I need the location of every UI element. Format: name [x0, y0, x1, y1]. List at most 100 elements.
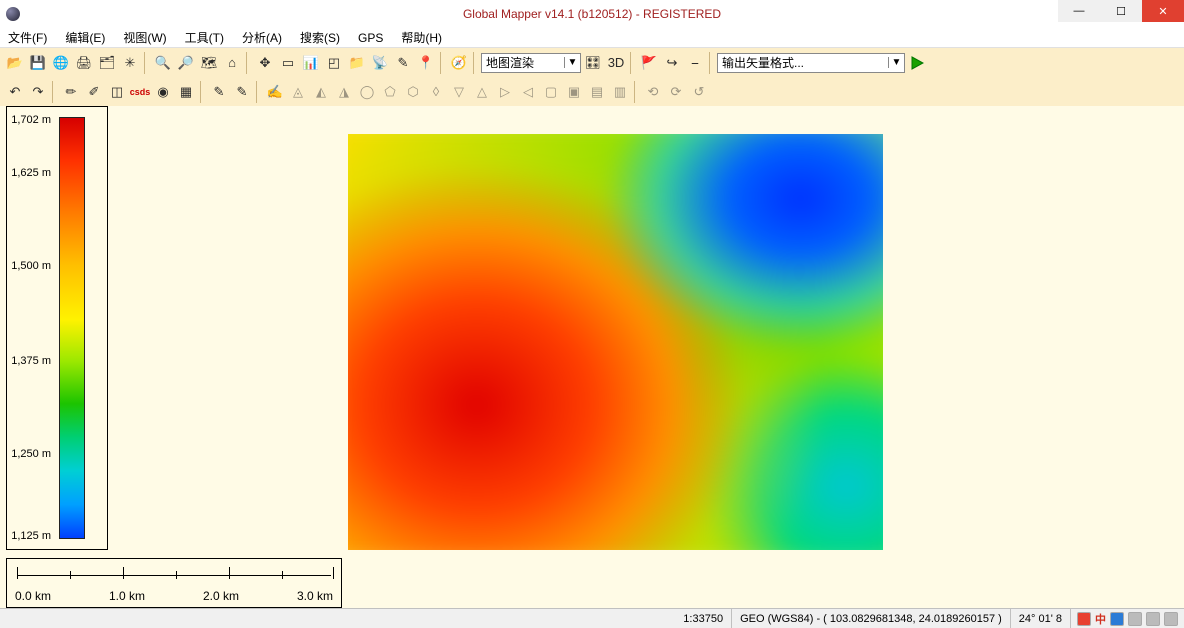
menu-analysis[interactable]: 分析(A)	[238, 27, 286, 48]
vector-output-combo[interactable]: 输出矢量格式... ▼	[717, 53, 905, 73]
heatmap-layer	[348, 134, 883, 550]
tray-icon[interactable]	[1077, 612, 1091, 626]
menu-gps[interactable]: GPS	[354, 29, 387, 47]
tool-icon[interactable]: ◮	[333, 81, 355, 103]
zoom-in-icon[interactable]: 🔍	[152, 52, 174, 74]
layers-icon[interactable]: 🗂	[96, 52, 118, 74]
menu-search[interactable]: 搜索(S)	[296, 27, 344, 48]
app-icon	[6, 7, 20, 21]
undo-icon[interactable]: ↶	[4, 81, 26, 103]
3d-cube-icon[interactable]: ◰	[323, 52, 345, 74]
tool-icon[interactable]: ◁	[517, 81, 539, 103]
title-bar: Global Mapper v14.1 (b120512) - REGISTER…	[0, 0, 1184, 28]
menu-tools[interactable]: 工具(T)	[181, 27, 228, 48]
legend-tick: 1,500 m	[11, 260, 51, 272]
globe-icon[interactable]: 🌐	[50, 52, 72, 74]
3d-view-icon[interactable]: 3D	[605, 52, 627, 74]
pencil-icon[interactable]: ✎	[392, 52, 414, 74]
snap-icon[interactable]: ✎	[231, 81, 253, 103]
legend-tick: 1,702 m	[11, 114, 51, 126]
status-bar: 1:33750 GEO (WGS84) - ( 103.0829681348, …	[0, 608, 1184, 628]
line-icon[interactable]: ⎯	[684, 52, 706, 74]
legend-color-bar	[59, 117, 85, 539]
separator	[200, 81, 205, 103]
palette-icon[interactable]: 🎛	[582, 52, 604, 74]
separator	[52, 81, 57, 103]
redo-icon[interactable]: ↷	[27, 81, 49, 103]
zoom-extents-icon[interactable]: 🗺	[198, 52, 220, 74]
tool-icon[interactable]: ↺	[688, 81, 710, 103]
digitize-icon[interactable]: ✏	[60, 81, 82, 103]
tool-icon[interactable]: ⟳	[665, 81, 687, 103]
tool-icon[interactable]: ◭	[310, 81, 332, 103]
status-crs: GEO (WGS84) - ( 103.0829681348, 24.01892…	[732, 609, 1011, 628]
flag-icon[interactable]: 🚩	[638, 52, 660, 74]
tool-icon[interactable]: ⬡	[402, 81, 424, 103]
tray-lang[interactable]: 中	[1095, 611, 1106, 627]
compass-icon[interactable]: 🧭	[448, 52, 470, 74]
home-icon[interactable]: ⌂	[221, 52, 243, 74]
elevation-map[interactable]	[348, 134, 883, 550]
tray-icon[interactable]	[1146, 612, 1160, 626]
map-render-combo[interactable]: 地图渲染 ▼	[481, 53, 581, 73]
run-export-button[interactable]	[906, 52, 928, 74]
grid-icon[interactable]: ▦	[175, 81, 197, 103]
chart-icon[interactable]: 📊	[300, 52, 322, 74]
vertex-icon[interactable]: ✎	[208, 81, 230, 103]
scale-bar: 0.0 km 1.0 km 2.0 km 3.0 km	[6, 558, 342, 608]
tray-icon[interactable]	[1164, 612, 1178, 626]
tool-icon[interactable]: ⟲	[642, 81, 664, 103]
close-button[interactable]: ✕	[1142, 0, 1184, 22]
tool-icon[interactable]: ▣	[563, 81, 585, 103]
print-icon[interactable]: 🖨	[73, 52, 95, 74]
scale-label: 2.0 km	[203, 589, 239, 603]
separator	[630, 52, 635, 74]
legend-tick: 1,250 m	[11, 448, 51, 460]
minimize-button[interactable]: —	[1058, 0, 1100, 22]
tool-icon[interactable]: ⬠	[379, 81, 401, 103]
scale-label: 1.0 km	[109, 589, 145, 603]
tool-icon[interactable]: △	[471, 81, 493, 103]
separator	[256, 81, 261, 103]
tray-icon[interactable]	[1128, 612, 1142, 626]
workspace[interactable]: 1,702 m 1,625 m 1,500 m 1,375 m 1,250 m …	[0, 106, 1184, 608]
tool-icon[interactable]: ▷	[494, 81, 516, 103]
folder-icon[interactable]: 📁	[346, 52, 368, 74]
open-file-icon[interactable]: 📂	[4, 52, 26, 74]
legend-tick: 1,125 m	[11, 530, 51, 542]
tool-icon[interactable]: ▢	[540, 81, 562, 103]
toolbar-row-1: 📂 💾 🌐 🖨 🗂 ✳ 🔍 🔎 🗺 ⌂ ✥ ▭ 📊 ◰ 📁 📡 ✎ 📍 🧭 地图…	[0, 48, 1184, 77]
digitize-poly-icon[interactable]: ◫	[106, 81, 128, 103]
pin-icon[interactable]: 📍	[415, 52, 437, 74]
spray-icon[interactable]: ◉	[152, 81, 174, 103]
zoom-out-icon[interactable]: 🔎	[175, 52, 197, 74]
pan-icon[interactable]: ✥	[254, 52, 276, 74]
tool-icon[interactable]: ▽	[448, 81, 470, 103]
separator	[144, 52, 149, 74]
tray-icon[interactable]	[1110, 612, 1124, 626]
chevron-down-icon: ▼	[564, 57, 580, 68]
system-tray: 中	[1071, 611, 1184, 627]
maximize-button[interactable]: ☐	[1100, 0, 1142, 22]
scale-label: 0.0 km	[15, 589, 51, 603]
route-icon[interactable]: ↪	[661, 52, 683, 74]
tool-icon[interactable]: ◬	[287, 81, 309, 103]
tool-icon[interactable]: ◯	[356, 81, 378, 103]
tilt-icon[interactable]: ✳	[119, 52, 141, 74]
select-icon[interactable]: ▭	[277, 52, 299, 74]
tool-icon[interactable]: ▥	[609, 81, 631, 103]
tool-icon[interactable]: ▤	[586, 81, 608, 103]
antenna-icon[interactable]: 📡	[369, 52, 391, 74]
digitize-attrs-icon[interactable]: csds	[129, 81, 151, 103]
tool-icon[interactable]: ◊	[425, 81, 447, 103]
save-icon[interactable]: 💾	[27, 52, 49, 74]
menu-file[interactable]: 文件(F)	[4, 27, 51, 48]
menu-edit[interactable]: 编辑(E)	[61, 27, 109, 48]
digitize-line-icon[interactable]: ✐	[83, 81, 105, 103]
separator	[634, 81, 639, 103]
freehand-icon[interactable]: ✍	[264, 81, 286, 103]
separator	[440, 52, 445, 74]
menu-help[interactable]: 帮助(H)	[397, 27, 446, 48]
menu-view[interactable]: 视图(W)	[119, 27, 170, 48]
map-render-combo-text: 地图渲染	[482, 54, 564, 71]
